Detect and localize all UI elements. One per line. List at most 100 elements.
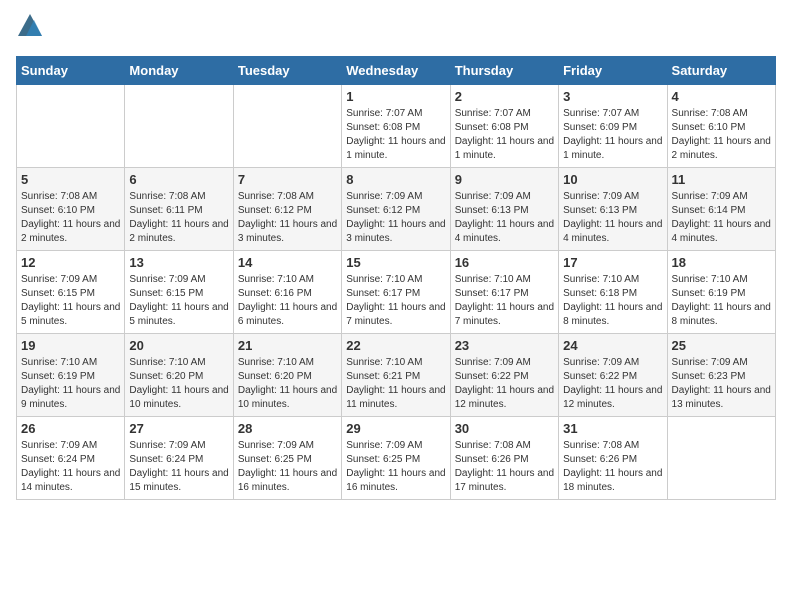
day-info: Sunrise: 7:09 AM Sunset: 6:25 PM Dayligh… (346, 439, 445, 495)
calendar-week-row: 5 Sunrise: 7:08 AM Sunset: 6:10 PM Daylig… (17, 168, 776, 251)
day-info: Sunrise: 7:07 AM Sunset: 6:08 PM Dayligh… (455, 107, 554, 163)
day-number: 29 (346, 421, 445, 436)
day-info: Sunrise: 7:09 AM Sunset: 6:22 PM Dayligh… (563, 356, 662, 412)
calendar-cell: 3 Sunrise: 7:07 AM Sunset: 6:09 PM Daylig… (559, 85, 667, 168)
day-number: 3 (563, 89, 662, 104)
calendar-cell: 28 Sunrise: 7:09 AM Sunset: 6:25 PM Dayli… (233, 417, 341, 500)
day-info: Sunrise: 7:09 AM Sunset: 6:22 PM Dayligh… (455, 356, 554, 412)
day-number: 18 (672, 255, 771, 270)
calendar-header-monday: Monday (125, 57, 233, 85)
day-number: 8 (346, 172, 445, 187)
calendar-cell: 1 Sunrise: 7:07 AM Sunset: 6:08 PM Daylig… (342, 85, 450, 168)
day-number: 13 (129, 255, 228, 270)
calendar-cell: 30 Sunrise: 7:08 AM Sunset: 6:26 PM Dayli… (450, 417, 558, 500)
day-number: 14 (238, 255, 337, 270)
calendar-cell: 12 Sunrise: 7:09 AM Sunset: 6:15 PM Dayli… (17, 251, 125, 334)
calendar-cell: 18 Sunrise: 7:10 AM Sunset: 6:19 PM Dayli… (667, 251, 775, 334)
day-number: 4 (672, 89, 771, 104)
day-number: 1 (346, 89, 445, 104)
calendar-week-row: 19Sunrise: 7:10 AM Sunset: 6:19 PM Dayli… (17, 334, 776, 417)
calendar-table: SundayMondayTuesdayWednesdayThursdayFrid… (16, 56, 776, 500)
calendar-week-row: 12 Sunrise: 7:09 AM Sunset: 6:15 PM Dayli… (17, 251, 776, 334)
day-number: 22 (346, 338, 445, 353)
day-info: Sunrise: 7:08 AM Sunset: 6:26 PM Dayligh… (455, 439, 554, 495)
day-number: 17 (563, 255, 662, 270)
day-number: 9 (455, 172, 554, 187)
logo-icon (16, 12, 44, 40)
day-number: 10 (563, 172, 662, 187)
day-info: Sunrise: 7:08 AM Sunset: 6:10 PM Dayligh… (21, 190, 120, 246)
calendar-cell: 27 Sunrise: 7:09 AM Sunset: 6:24 PM Dayli… (125, 417, 233, 500)
calendar-cell: 29 Sunrise: 7:09 AM Sunset: 6:25 PM Dayli… (342, 417, 450, 500)
day-info: Sunrise: 7:09 AM Sunset: 6:24 PM Dayligh… (21, 439, 120, 495)
day-number: 12 (21, 255, 120, 270)
day-info: Sunrise: 7:09 AM Sunset: 6:25 PM Dayligh… (238, 439, 337, 495)
day-info: Sunrise: 7:07 AM Sunset: 6:09 PM Dayligh… (563, 107, 662, 163)
day-info: Sunrise: 7:10 AM Sunset: 6:17 PM Dayligh… (346, 273, 445, 329)
day-number: 5 (21, 172, 120, 187)
calendar-cell (125, 85, 233, 168)
day-info: Sunrise: 7:10 AM Sunset: 6:20 PM Dayligh… (129, 356, 228, 412)
calendar-cell (17, 85, 125, 168)
calendar-header-row: SundayMondayTuesdayWednesdayThursdayFrid… (17, 57, 776, 85)
calendar-cell: 11Sunrise: 7:09 AM Sunset: 6:14 PM Dayli… (667, 168, 775, 251)
day-number: 25 (672, 338, 771, 353)
day-info: Sunrise: 7:07 AM Sunset: 6:08 PM Dayligh… (346, 107, 445, 163)
calendar-cell: 21 Sunrise: 7:10 AM Sunset: 6:20 PM Dayli… (233, 334, 341, 417)
calendar-cell: 4 Sunrise: 7:08 AM Sunset: 6:10 PM Daylig… (667, 85, 775, 168)
calendar-cell: 24Sunrise: 7:09 AM Sunset: 6:22 PM Dayli… (559, 334, 667, 417)
calendar-cell: 7Sunrise: 7:08 AM Sunset: 6:12 PM Daylig… (233, 168, 341, 251)
calendar-header-tuesday: Tuesday (233, 57, 341, 85)
calendar-week-row: 26 Sunrise: 7:09 AM Sunset: 6:24 PM Dayli… (17, 417, 776, 500)
day-number: 26 (21, 421, 120, 436)
logo (16, 16, 48, 44)
calendar-cell: 5 Sunrise: 7:08 AM Sunset: 6:10 PM Daylig… (17, 168, 125, 251)
calendar-cell: 15Sunrise: 7:10 AM Sunset: 6:17 PM Dayli… (342, 251, 450, 334)
day-info: Sunrise: 7:08 AM Sunset: 6:26 PM Dayligh… (563, 439, 662, 495)
calendar-cell: 26 Sunrise: 7:09 AM Sunset: 6:24 PM Dayli… (17, 417, 125, 500)
calendar-cell: 23 Sunrise: 7:09 AM Sunset: 6:22 PM Dayli… (450, 334, 558, 417)
day-info: Sunrise: 7:10 AM Sunset: 6:18 PM Dayligh… (563, 273, 662, 329)
day-number: 23 (455, 338, 554, 353)
calendar-cell: 10Sunrise: 7:09 AM Sunset: 6:13 PM Dayli… (559, 168, 667, 251)
calendar-header-wednesday: Wednesday (342, 57, 450, 85)
calendar-cell: 19Sunrise: 7:10 AM Sunset: 6:19 PM Dayli… (17, 334, 125, 417)
day-info: Sunrise: 7:08 AM Sunset: 6:10 PM Dayligh… (672, 107, 771, 163)
calendar-cell: 31Sunrise: 7:08 AM Sunset: 6:26 PM Dayli… (559, 417, 667, 500)
calendar-cell: 2 Sunrise: 7:07 AM Sunset: 6:08 PM Daylig… (450, 85, 558, 168)
calendar-cell: 8Sunrise: 7:09 AM Sunset: 6:12 PM Daylig… (342, 168, 450, 251)
day-number: 16 (455, 255, 554, 270)
calendar-cell (667, 417, 775, 500)
calendar-cell: 17 Sunrise: 7:10 AM Sunset: 6:18 PM Dayli… (559, 251, 667, 334)
day-number: 20 (129, 338, 228, 353)
day-info: Sunrise: 7:10 AM Sunset: 6:17 PM Dayligh… (455, 273, 554, 329)
day-number: 6 (129, 172, 228, 187)
day-info: Sunrise: 7:10 AM Sunset: 6:16 PM Dayligh… (238, 273, 337, 329)
calendar-cell: 22 Sunrise: 7:10 AM Sunset: 6:21 PM Dayli… (342, 334, 450, 417)
day-info: Sunrise: 7:10 AM Sunset: 6:20 PM Dayligh… (238, 356, 337, 412)
calendar-cell: 25 Sunrise: 7:09 AM Sunset: 6:23 PM Dayli… (667, 334, 775, 417)
calendar-week-row: 1 Sunrise: 7:07 AM Sunset: 6:08 PM Daylig… (17, 85, 776, 168)
day-number: 7 (238, 172, 337, 187)
calendar-cell: 6Sunrise: 7:08 AM Sunset: 6:11 PM Daylig… (125, 168, 233, 251)
day-number: 27 (129, 421, 228, 436)
calendar-header-friday: Friday (559, 57, 667, 85)
day-number: 28 (238, 421, 337, 436)
day-info: Sunrise: 7:10 AM Sunset: 6:19 PM Dayligh… (672, 273, 771, 329)
day-info: Sunrise: 7:09 AM Sunset: 6:15 PM Dayligh… (129, 273, 228, 329)
calendar-header-saturday: Saturday (667, 57, 775, 85)
day-info: Sunrise: 7:10 AM Sunset: 6:21 PM Dayligh… (346, 356, 445, 412)
day-number: 30 (455, 421, 554, 436)
day-info: Sunrise: 7:09 AM Sunset: 6:13 PM Dayligh… (455, 190, 554, 246)
day-number: 21 (238, 338, 337, 353)
day-info: Sunrise: 7:09 AM Sunset: 6:15 PM Dayligh… (21, 273, 120, 329)
day-info: Sunrise: 7:09 AM Sunset: 6:23 PM Dayligh… (672, 356, 771, 412)
page-header (16, 16, 776, 44)
calendar-header-thursday: Thursday (450, 57, 558, 85)
calendar-cell: 20 Sunrise: 7:10 AM Sunset: 6:20 PM Dayli… (125, 334, 233, 417)
day-number: 19 (21, 338, 120, 353)
day-number: 2 (455, 89, 554, 104)
calendar-cell: 16 Sunrise: 7:10 AM Sunset: 6:17 PM Dayli… (450, 251, 558, 334)
calendar-cell: 14 Sunrise: 7:10 AM Sunset: 6:16 PM Dayli… (233, 251, 341, 334)
day-info: Sunrise: 7:09 AM Sunset: 6:24 PM Dayligh… (129, 439, 228, 495)
